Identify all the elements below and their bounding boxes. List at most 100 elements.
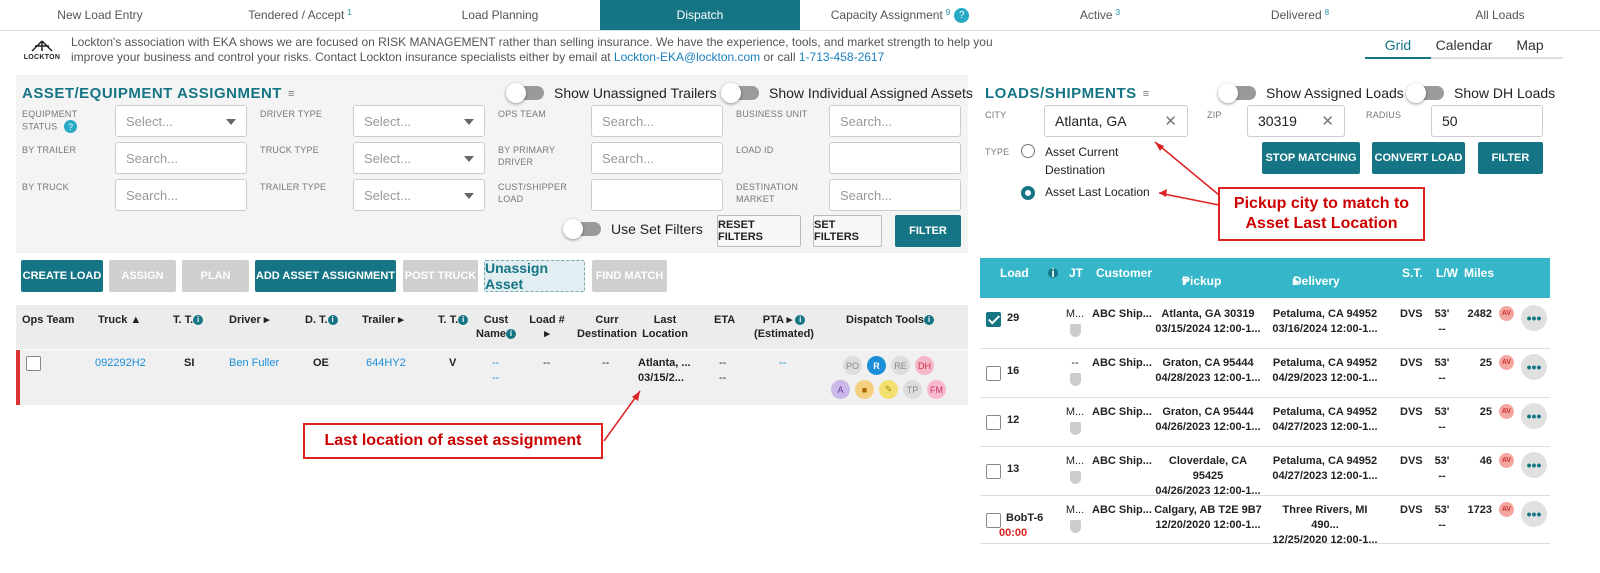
col-last-location[interactable]: Last Location	[640, 313, 690, 341]
trailer-link[interactable]: 644HY2	[366, 356, 406, 371]
banner-phone-link[interactable]: 1-713-458-2617	[799, 50, 884, 64]
truck-type-select[interactable]: Select...	[353, 142, 485, 174]
load-link[interactable]: 29	[1007, 311, 1019, 326]
col-customer[interactable]: Customer	[1096, 266, 1152, 280]
load-link[interactable]: 16	[1007, 364, 1019, 379]
asset-filter-button[interactable]: FILTER	[895, 215, 961, 247]
business-unit-input[interactable]: Search...	[829, 105, 961, 137]
help-icon[interactable]: ?	[954, 7, 970, 23]
av-badge[interactable]: AV	[1499, 355, 1514, 370]
by-truck-input[interactable]: Search...	[115, 179, 247, 211]
more-actions-icon[interactable]: •••	[1521, 452, 1547, 478]
zip-input[interactable]: 30319 ✕	[1247, 105, 1345, 137]
equipment-status-select[interactable]: Select...	[115, 105, 247, 137]
col-ops-team[interactable]: Ops Team	[22, 313, 74, 327]
col-cust-name[interactable]: Cust Name i	[474, 313, 518, 341]
toggle-switch[interactable]	[1218, 83, 1256, 103]
more-actions-icon[interactable]: •••	[1521, 501, 1547, 527]
col-miles[interactable]: Miles	[1464, 266, 1494, 280]
toggle-switch[interactable]	[721, 83, 759, 103]
col-trailer-type[interactable]: T. T. i	[438, 313, 469, 327]
toggle-assigned-loads[interactable]: Show Assigned Loads	[1218, 83, 1404, 103]
load-link[interactable]: 13	[1007, 462, 1019, 477]
col-pta[interactable]: PTA ▸ i (Estimated)	[752, 313, 816, 341]
col-load[interactable]: Load	[1000, 266, 1029, 280]
plan-button[interactable]: PLAN	[182, 260, 249, 292]
row-checkbox[interactable]	[26, 356, 41, 371]
row-checkbox[interactable]	[986, 415, 1001, 430]
col-driver[interactable]: Driver ▸	[229, 313, 269, 327]
toggle-switch[interactable]	[563, 219, 601, 239]
toggle-unassigned-trailers[interactable]: Show Unassigned Trailers	[506, 83, 717, 103]
clear-icon[interactable]: ✕	[1164, 112, 1177, 130]
radio-current-destination[interactable]	[1021, 144, 1035, 158]
ops-team-input[interactable]: Search...	[591, 105, 723, 137]
row-checkbox[interactable]	[986, 366, 1001, 381]
tab-capacity-assignment[interactable]: Capacity Assignment 9?	[800, 0, 1000, 30]
col-truck-type[interactable]: T. T. i	[173, 313, 204, 327]
tool-a[interactable]: A	[831, 380, 850, 399]
stop-matching-button[interactable]: STOP MATCHING	[1262, 142, 1360, 174]
convert-load-button[interactable]: CONVERT LOAD	[1372, 142, 1465, 174]
av-badge[interactable]: AV	[1499, 453, 1514, 468]
edit-icon[interactable]: ✎	[879, 380, 898, 399]
by-trailer-input[interactable]: Search...	[115, 142, 247, 174]
primary-driver-input[interactable]: Search...	[591, 142, 723, 174]
col-load-num[interactable]: Load # ▸	[528, 313, 566, 341]
radio-last-location[interactable]	[1021, 186, 1035, 200]
tab-delivered[interactable]: Delivered 8	[1200, 0, 1400, 30]
toggle-individual-assets[interactable]: Show Individual Assigned Assets	[721, 83, 973, 103]
more-actions-icon[interactable]: •••	[1521, 305, 1547, 331]
toggle-dh-loads[interactable]: Show DH Loads	[1406, 83, 1555, 103]
find-match-button[interactable]: FIND MATCH	[592, 260, 667, 292]
col-jt[interactable]: JT	[1069, 266, 1083, 280]
col-eta[interactable]: ETA	[714, 313, 735, 327]
cust-shipper-input[interactable]	[591, 179, 723, 211]
clear-icon[interactable]: ✕	[1321, 112, 1334, 130]
table-row[interactable]: 12 M... ABC Ship... Graton, CA 95444 04/26/2…	[980, 398, 1550, 447]
tool-dh[interactable]: DH	[915, 356, 934, 375]
view-map[interactable]: Map	[1497, 35, 1563, 59]
tab-load-planning[interactable]: Load Planning	[400, 0, 600, 30]
tool-tp[interactable]: TP	[903, 380, 922, 399]
create-load-button[interactable]: CREATE LOAD	[21, 260, 103, 292]
unassign-asset-button[interactable]: Unassign Asset	[484, 260, 585, 292]
tool-fm[interactable]: FM	[927, 380, 946, 399]
view-grid[interactable]: Grid	[1365, 35, 1431, 59]
col-driver-type[interactable]: D. T. i	[305, 313, 338, 327]
view-calendar[interactable]: Calendar	[1431, 35, 1497, 59]
more-actions-icon[interactable]: •••	[1521, 354, 1547, 380]
reset-filters-button[interactable]: RESET FILTERS	[717, 215, 801, 247]
table-row[interactable]: BobT-6 00:00 M... ABC Ship... Calgary, AB T2…	[980, 496, 1550, 546]
col-trailer[interactable]: Trailer ▸	[362, 313, 404, 327]
col-lw[interactable]: L/W	[1436, 266, 1458, 280]
radius-input[interactable]: 50	[1431, 105, 1543, 137]
tab-new-load-entry[interactable]: New Load Entry	[0, 0, 200, 30]
tab-all-loads[interactable]: All Loads	[1400, 0, 1600, 30]
load-link[interactable]: 12	[1007, 413, 1019, 428]
add-asset-assignment-button[interactable]: ADD ASSET ASSIGNMENT	[255, 260, 396, 292]
assign-button[interactable]: ASSIGN	[109, 260, 176, 292]
toggle-switch[interactable]	[506, 83, 544, 103]
destination-market-input[interactable]: Search...	[829, 179, 961, 211]
pta-value[interactable]: --	[779, 356, 786, 371]
collapse-icon[interactable]: ≡	[288, 88, 295, 100]
row-checkbox[interactable]	[986, 464, 1001, 479]
load-id-input[interactable]	[829, 142, 961, 174]
col-st[interactable]: S.T.	[1402, 266, 1423, 280]
driver-type-select[interactable]: Select...	[353, 105, 485, 137]
row-checkbox[interactable]	[986, 312, 1001, 327]
tab-tendered-accept[interactable]: Tendered / Accept 1	[200, 0, 400, 30]
trash-icon[interactable]: ■	[855, 380, 874, 399]
help-icon[interactable]: ?	[64, 120, 78, 133]
col-truck[interactable]: Truck ▲	[98, 313, 141, 327]
driver-link[interactable]: Ben Fuller	[229, 356, 279, 371]
toggle-use-set-filters[interactable]: Use Set Filters	[563, 219, 703, 239]
tab-dispatch[interactable]: Dispatch	[600, 0, 800, 30]
toggle-switch[interactable]	[1406, 83, 1444, 103]
truck-link[interactable]: 092292H2	[95, 356, 146, 371]
tool-po[interactable]: PO	[843, 356, 862, 375]
table-row[interactable]: 29 M... ABC Ship... Atlanta, GA 30319 03/15/…	[980, 300, 1550, 349]
banner-email-link[interactable]: Lockton-EKA@lockton.com	[614, 50, 760, 64]
table-row[interactable]: 16 -- ABC Ship... Graton, CA 95444 04/28/202…	[980, 349, 1550, 398]
